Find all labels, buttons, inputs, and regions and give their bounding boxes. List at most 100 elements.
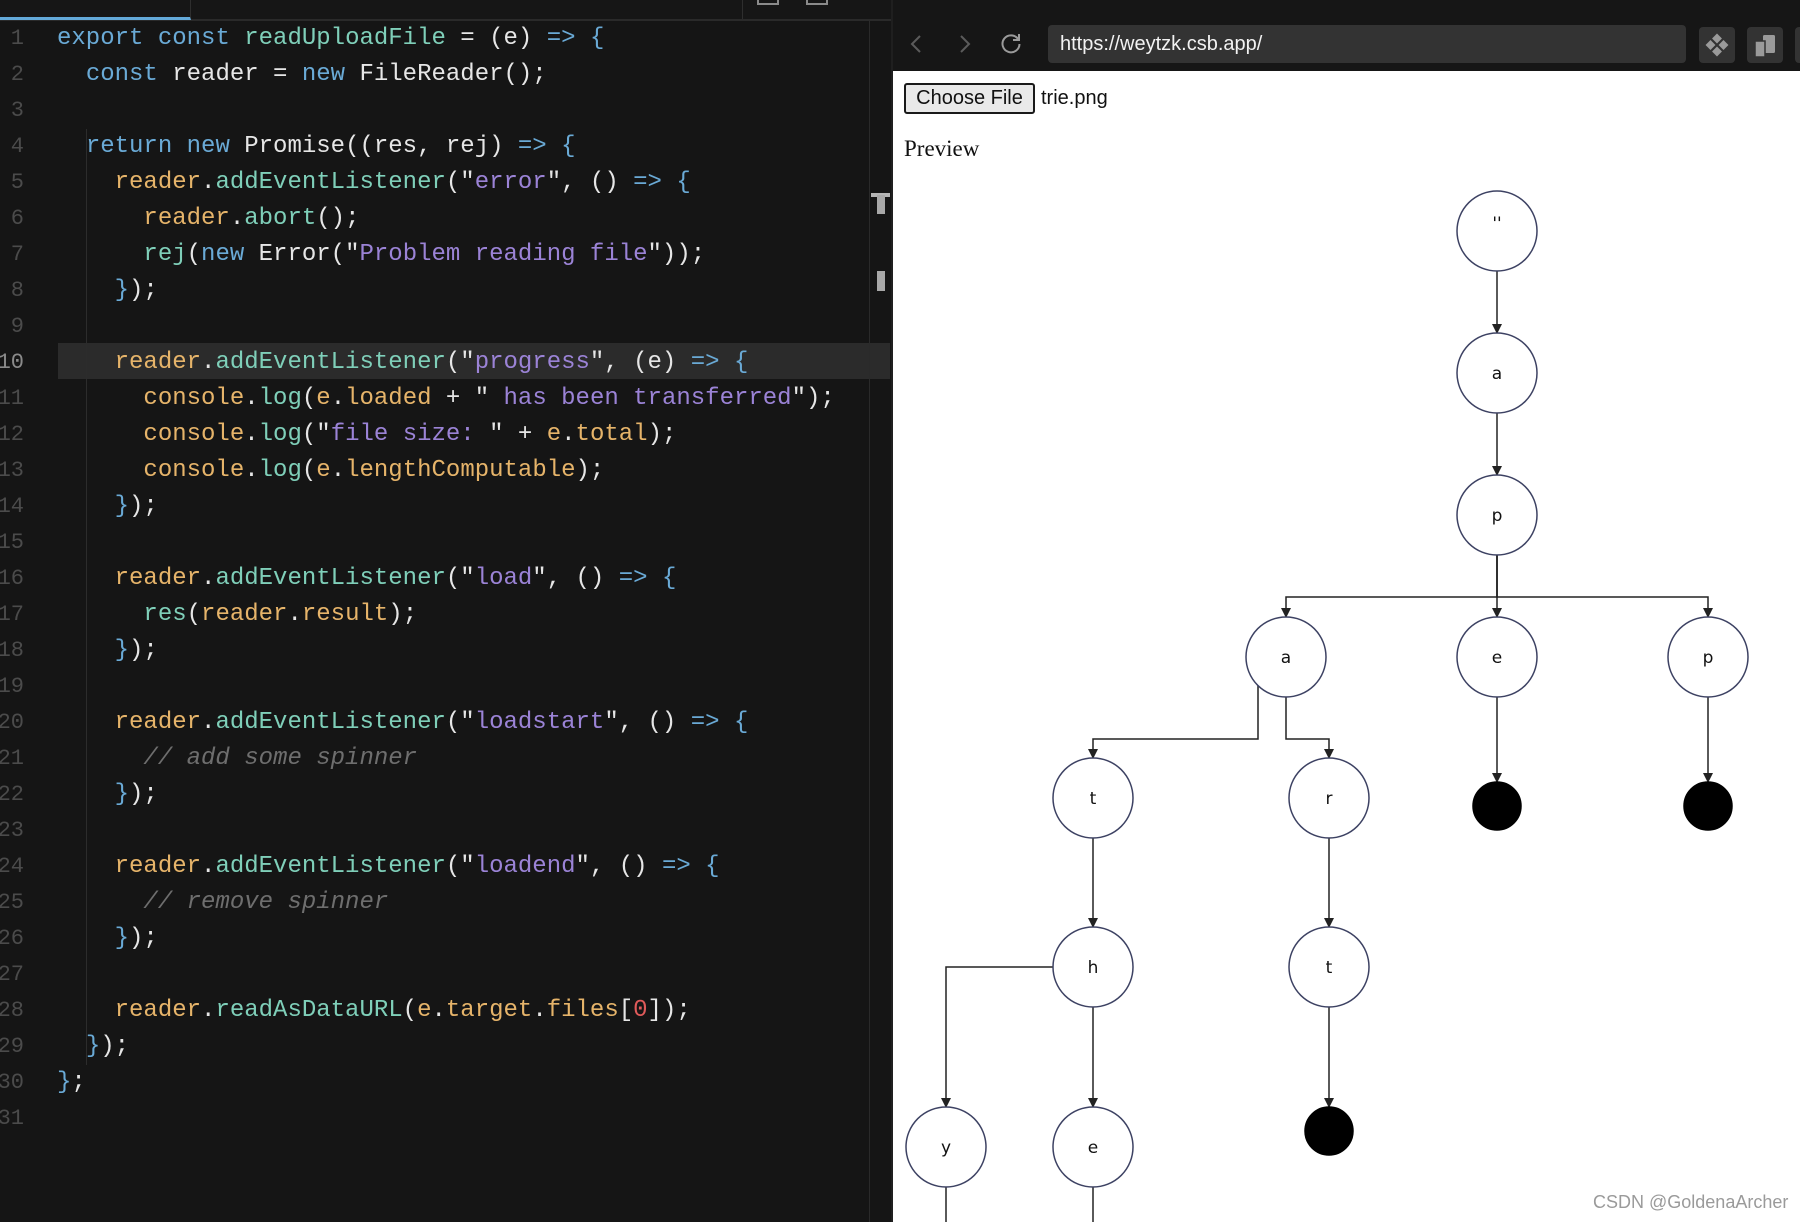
code-token: load	[474, 565, 533, 592]
code-token: }	[114, 637, 130, 664]
layout-icon[interactable]	[806, 0, 828, 5]
trie-node-label: r	[1326, 789, 1333, 809]
code-token: total	[575, 421, 648, 448]
trie-node: e	[1052, 1106, 1134, 1188]
code-line: };	[57, 1065, 86, 1101]
code-token: addEventListener	[215, 349, 446, 376]
code-line: // add some spinner	[57, 741, 417, 777]
trie-node: a	[1245, 616, 1327, 698]
line-number: 17	[0, 602, 24, 627]
code-token: }	[57, 1069, 72, 1096]
code-line: reader.addEventListener("loadstart", () …	[57, 705, 749, 741]
code-token: Problem reading file	[359, 241, 648, 268]
line-number: 23	[0, 818, 24, 843]
code-area[interactable]: 1 2 3 4 5 6 7 8 9 10 11 12 13 14 15 16 17 18 19 20 21 22 23 24 2…	[0, 21, 890, 1222]
code-token: .	[287, 601, 302, 628]
code-token: ", ()	[604, 709, 691, 736]
code-token: .	[431, 997, 446, 1024]
line-number: 11	[0, 386, 24, 411]
line-number: 31	[0, 1106, 24, 1131]
code-line: console.log(e.loaded + " has been transf…	[57, 381, 835, 417]
code-token: ("	[445, 853, 475, 880]
trie-node-circle	[1683, 781, 1733, 831]
code-token: loadstart	[474, 709, 605, 736]
code-token: + "	[431, 385, 490, 412]
line-number: 29	[0, 1034, 24, 1059]
code-token: }	[114, 781, 130, 808]
code-line: res(reader.result);	[57, 597, 417, 633]
code-token: ("	[445, 709, 475, 736]
line-number: 28	[0, 998, 24, 1023]
code-token: );	[129, 277, 158, 304]
code-token: reader	[143, 205, 230, 232]
code-token: addEventListener	[215, 169, 446, 196]
code-token: rej	[143, 241, 187, 268]
trie-node: p	[1667, 616, 1749, 698]
trie-edge	[941, 966, 1053, 1108]
code-token: log	[258, 385, 302, 412]
trie-node-label: t	[1326, 958, 1333, 978]
code-token: .	[201, 709, 216, 736]
code-token: new	[201, 241, 259, 268]
code-token: ("	[445, 169, 475, 196]
code-token: (	[186, 241, 202, 268]
browser-preview-panel: https://weytzk.csb.app/ Choose File trie…	[893, 0, 1800, 1222]
code-token: files	[546, 997, 619, 1024]
code-token: }	[85, 1033, 101, 1060]
editor-tab-active[interactable]	[0, 0, 191, 20]
code-token: error	[474, 169, 547, 196]
code-token: // remove spinner	[143, 889, 389, 916]
code-token: reader	[114, 709, 202, 736]
trie-node-label: e	[1088, 1138, 1098, 1158]
code-token: ", (e)	[589, 349, 691, 376]
code-token: reader =	[172, 61, 302, 88]
scrollbar-thumb[interactable]	[877, 195, 885, 214]
line-number: 8	[10, 278, 24, 303]
code-token: reader	[201, 601, 288, 628]
code-token: ", ()	[546, 169, 634, 196]
line-number: 22	[0, 782, 24, 807]
code-token: loaded	[345, 385, 432, 412]
code-token: log	[258, 421, 302, 448]
code-token: progress	[474, 349, 590, 376]
code-token: {	[733, 349, 749, 376]
code-token: =>	[517, 133, 562, 160]
code-token: {	[733, 709, 749, 736]
code-token: const	[85, 61, 173, 88]
code-token: reader	[114, 349, 202, 376]
code-line: rej(new Error("Problem reading file"));	[57, 237, 705, 273]
code-token: addEventListener	[215, 565, 446, 592]
code-token: .	[330, 385, 346, 412]
code-token: e	[316, 457, 331, 484]
code-token: file size:	[330, 421, 490, 448]
code-token: e	[417, 997, 432, 1024]
split-editor-icon[interactable]	[757, 0, 779, 5]
scrollbar-marker	[877, 271, 885, 291]
code-token: return	[85, 133, 187, 160]
line-number: 15	[0, 530, 24, 555]
trie-node-circle	[1472, 781, 1522, 831]
line-number: 10	[0, 350, 24, 375]
trie-node-label: t	[1090, 789, 1097, 809]
trie-node: p	[1456, 474, 1538, 556]
code-editor[interactable]: 1 2 3 4 5 6 7 8 9 10 11 12 13 14 15 16 17 18 19 20 21 22 23 24 2…	[0, 0, 891, 1222]
code-token: }	[114, 277, 130, 304]
code-token: );	[129, 781, 158, 808]
code-token: .	[532, 997, 547, 1024]
code-token: );	[129, 637, 158, 664]
code-line: });	[57, 1029, 129, 1065]
code-token: Promise((res, rej)	[244, 133, 518, 160]
code-token: ");	[791, 385, 835, 412]
code-token: has been transferred	[489, 385, 792, 412]
line-number: 4	[10, 134, 24, 159]
code-token: .	[244, 385, 259, 412]
code-token: ("	[445, 349, 475, 376]
code-line: // remove spinner	[57, 885, 388, 921]
line-number: 3	[10, 98, 24, 123]
code-token: addEventListener	[215, 853, 446, 880]
